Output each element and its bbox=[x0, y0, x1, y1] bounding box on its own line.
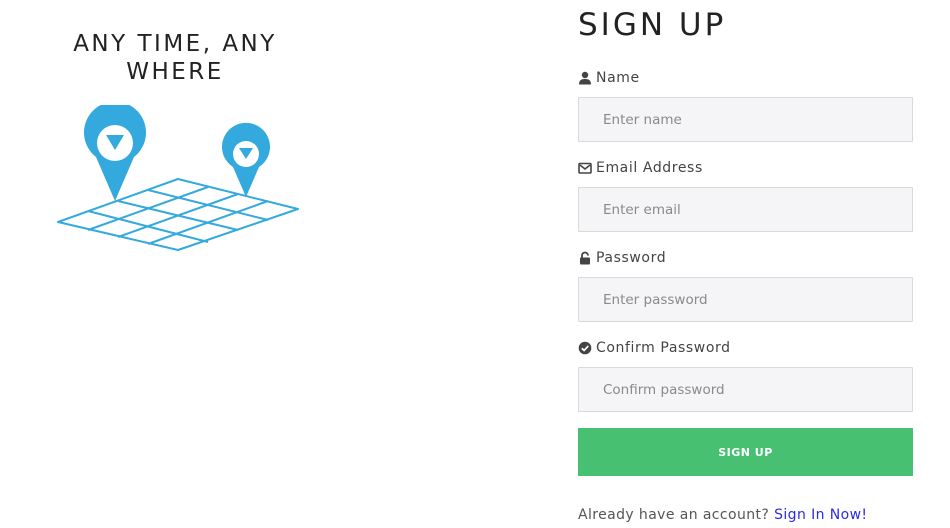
confirm-password-input[interactable] bbox=[578, 367, 913, 412]
signin-prompt-text: Already have an account? bbox=[578, 507, 770, 523]
confirm-password-label: Confirm Password bbox=[578, 340, 731, 356]
name-label: Name bbox=[578, 70, 640, 86]
sign-in-link[interactable]: Sign In Now! bbox=[774, 507, 867, 523]
email-label-text: Email Address bbox=[596, 160, 703, 176]
form-title: SIGN UP bbox=[578, 7, 727, 43]
sign-up-button[interactable]: SIGN UP bbox=[578, 428, 913, 476]
confirm-password-label-text: Confirm Password bbox=[596, 340, 731, 356]
name-label-text: Name bbox=[596, 70, 640, 86]
name-input[interactable] bbox=[578, 97, 913, 142]
user-icon bbox=[578, 71, 592, 85]
envelope-icon bbox=[578, 161, 592, 175]
lock-icon bbox=[578, 251, 592, 265]
email-label: Email Address bbox=[578, 160, 703, 176]
password-input[interactable] bbox=[578, 277, 913, 322]
check-circle-icon bbox=[578, 341, 592, 355]
hero-panel: ANY TIME, ANY WHERE bbox=[0, 0, 350, 528]
password-label: Password bbox=[578, 250, 666, 266]
email-input[interactable] bbox=[578, 187, 913, 232]
tagline: ANY TIME, ANY WHERE bbox=[73, 31, 277, 85]
signin-prompt: Already have an account? Sign In Now! bbox=[578, 507, 867, 523]
map-pin-illustration bbox=[57, 105, 299, 251]
password-label-text: Password bbox=[596, 250, 667, 266]
